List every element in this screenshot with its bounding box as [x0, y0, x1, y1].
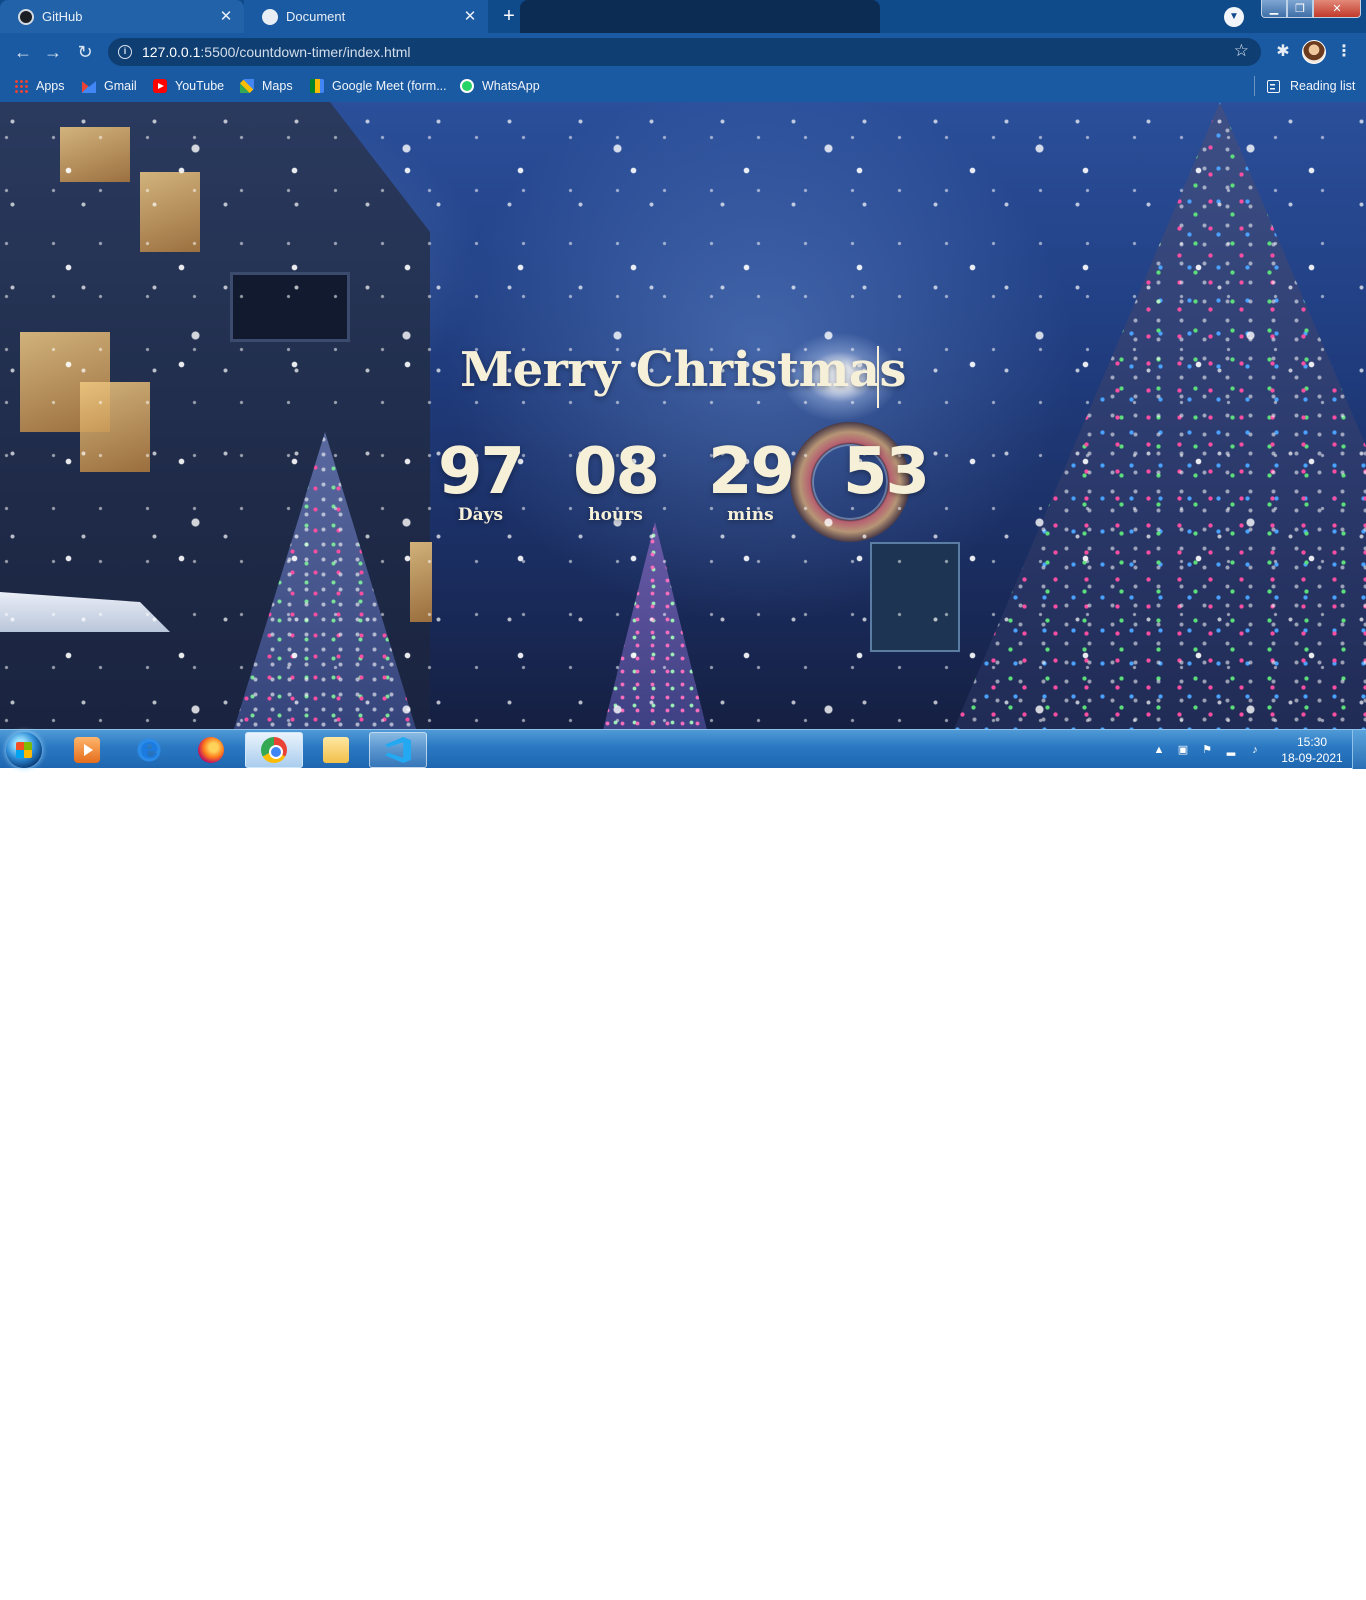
falling-snow [0, 102, 1366, 729]
youtube-icon [153, 79, 167, 93]
close-tab-icon[interactable]: ✕ [218, 8, 234, 25]
kebab-menu-icon[interactable]: ⋮ [1334, 41, 1354, 63]
countdown-days: 97 Days [413, 435, 548, 525]
tab-title: GitHub [42, 9, 83, 24]
taskbar-vscode[interactable] [369, 732, 427, 768]
countdown-hours: 08 hours [548, 435, 683, 525]
tab-github[interactable]: GitHub ✕ [0, 0, 244, 33]
bookmark-youtube[interactable]: YouTube [153, 77, 224, 95]
mins-label: mins [727, 505, 774, 525]
countdown-timer: 97 Days 08 hours 29 mins 53 [0, 435, 1366, 525]
bookmark-star-icon[interactable]: ☆ [1234, 41, 1249, 61]
bookmark-label: YouTube [175, 79, 225, 93]
hours-value: 08 [572, 435, 660, 509]
network-signal-icon[interactable]: ▂ [1224, 743, 1238, 757]
seconds-value: 53 [842, 435, 930, 509]
github-icon [18, 8, 34, 25]
clock-date: 18-09-2021 [1281, 751, 1343, 765]
windows-taskbar: ▲ ▣ ⚑ ▂ ♪ 15:30 18-09-2021 [0, 729, 1366, 769]
browser-toolbar: ← → ↻ i 127.0.0.1:5500/countdown-timer/i… [0, 33, 1366, 70]
whatsapp-icon [460, 79, 474, 93]
bookmark-label: Google Meet (form... [332, 79, 447, 93]
bookmark-label: Apps [36, 79, 65, 93]
firefox-icon [198, 737, 224, 763]
forward-arrow-icon[interactable]: → [42, 41, 64, 63]
minimize-button[interactable]: ▁ [1261, 0, 1287, 18]
hours-label: hours [588, 505, 643, 525]
globe-icon [262, 8, 278, 25]
chrome-icon [261, 737, 287, 763]
countdown-seconds: 53 [818, 437, 953, 523]
background-window-tab [520, 0, 880, 33]
show-desktop-button[interactable] [1352, 730, 1366, 769]
close-tab-icon[interactable]: ✕ [462, 8, 478, 25]
url-host: 127.0.0.1 [142, 44, 201, 60]
internet-explorer-icon [136, 731, 162, 766]
url-text[interactable]: 127.0.0.1:5500/countdown-timer/index.htm… [142, 44, 411, 60]
back-arrow-icon[interactable]: ← [12, 41, 34, 63]
bookmark-whatsapp[interactable]: WhatsApp [460, 77, 540, 95]
windows-media-player-icon [74, 737, 100, 763]
countdown-mins: 29 mins [683, 435, 818, 525]
tab-search-button[interactable]: ▼ [1224, 7, 1244, 27]
taskbar-file-explorer[interactable] [307, 732, 365, 768]
reading-list-button[interactable]: Reading list [1267, 77, 1355, 95]
mins-value: 29 [707, 435, 795, 509]
windows-logo-icon [16, 742, 32, 758]
bookmark-gmail[interactable]: Gmail [82, 77, 137, 95]
days-label: Days [457, 505, 504, 525]
tab-strip: GitHub ✕ Document ✕ + ▼ ▁ ❐ ✕ [0, 0, 1366, 33]
apps-grid-icon [14, 79, 28, 93]
taskbar-clock[interactable]: 15:30 18-09-2021 [1270, 734, 1354, 766]
google-meet-icon [310, 79, 324, 93]
gmail-icon [82, 81, 96, 93]
taskbar-firefox[interactable] [182, 732, 240, 768]
bookmark-label: Gmail [104, 79, 137, 93]
taskbar-media-player[interactable] [58, 732, 116, 768]
vscode-icon [385, 737, 411, 763]
profile-avatar[interactable] [1302, 40, 1326, 64]
maximize-button[interactable]: ❐ [1287, 0, 1313, 18]
bookmark-google-meet[interactable]: Google Meet (form... [310, 77, 447, 95]
new-tab-button[interactable]: + [498, 5, 520, 27]
bookmark-maps[interactable]: Maps [240, 77, 293, 95]
url-path: :5500/countdown-timer/index.html [200, 44, 411, 60]
page-viewport: Merry Christmas 97 Days 08 hours 29 mins… [0, 102, 1366, 729]
maps-icon [240, 79, 254, 93]
bookmark-label: Maps [262, 79, 293, 93]
action-center-flag-icon[interactable]: ⚑ [1200, 743, 1214, 757]
show-hidden-icons-icon[interactable]: ▲ [1152, 743, 1166, 757]
bookmark-label: WhatsApp [482, 79, 540, 93]
extensions-puzzle-icon[interactable]: ✱ [1272, 41, 1294, 63]
bookmarks-divider [1254, 76, 1255, 96]
reading-list-label: Reading list [1290, 79, 1356, 93]
tab-title: Document [286, 9, 346, 24]
clock-time: 15:30 [1296, 735, 1328, 749]
reload-icon[interactable]: ↻ [74, 41, 96, 63]
site-info-icon[interactable]: i [118, 45, 132, 59]
taskbar-internet-explorer[interactable] [120, 731, 178, 768]
reading-list-icon [1267, 79, 1280, 93]
taskbar-chrome[interactable] [245, 732, 303, 768]
page-title: Merry Christmas [459, 342, 907, 398]
file-explorer-icon [323, 737, 349, 763]
text-cursor [877, 346, 879, 408]
volume-icon[interactable]: ♪ [1248, 743, 1262, 757]
days-value: 97 [437, 435, 525, 509]
power-icon[interactable]: ▣ [1176, 743, 1190, 757]
bookmark-apps[interactable]: Apps [14, 77, 65, 95]
tab-document[interactable]: Document ✕ [244, 0, 488, 33]
bookmarks-bar: Apps Gmail YouTube Maps Google Meet (for… [0, 70, 1366, 102]
address-bar[interactable]: i 127.0.0.1:5500/countdown-timer/index.h… [108, 38, 1261, 66]
close-window-button[interactable]: ✕ [1313, 0, 1361, 18]
